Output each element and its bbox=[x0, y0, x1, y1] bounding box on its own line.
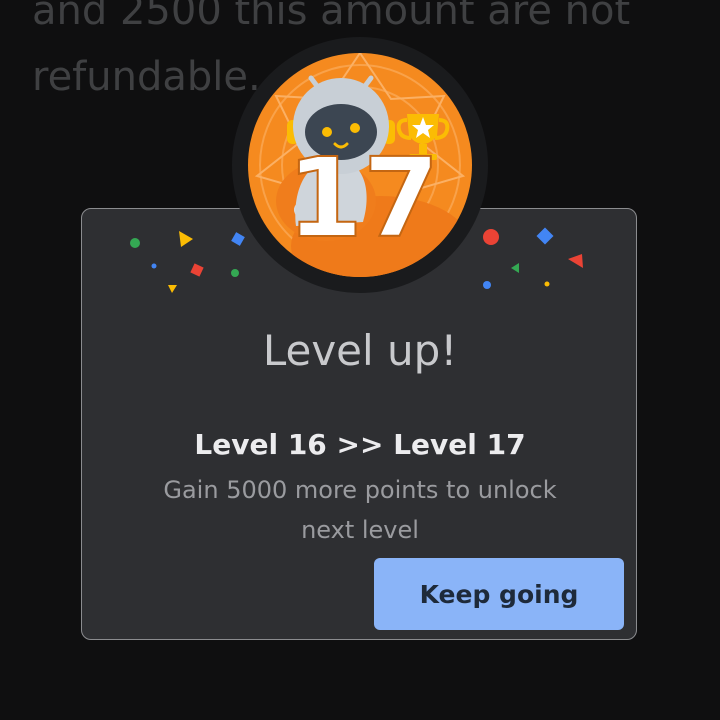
level-badge-graphic: 17 bbox=[232, 37, 488, 293]
level-change-text: Level 16 >> Level 17 bbox=[194, 428, 526, 461]
keep-going-button[interactable]: Keep going bbox=[374, 558, 624, 630]
level-badge: 17 bbox=[231, 36, 489, 294]
dialog-message: Gain 5000 more points to unlock next lev… bbox=[163, 476, 557, 544]
dialog-title: Level up! bbox=[262, 326, 458, 375]
level-number: 17 bbox=[286, 134, 439, 262]
